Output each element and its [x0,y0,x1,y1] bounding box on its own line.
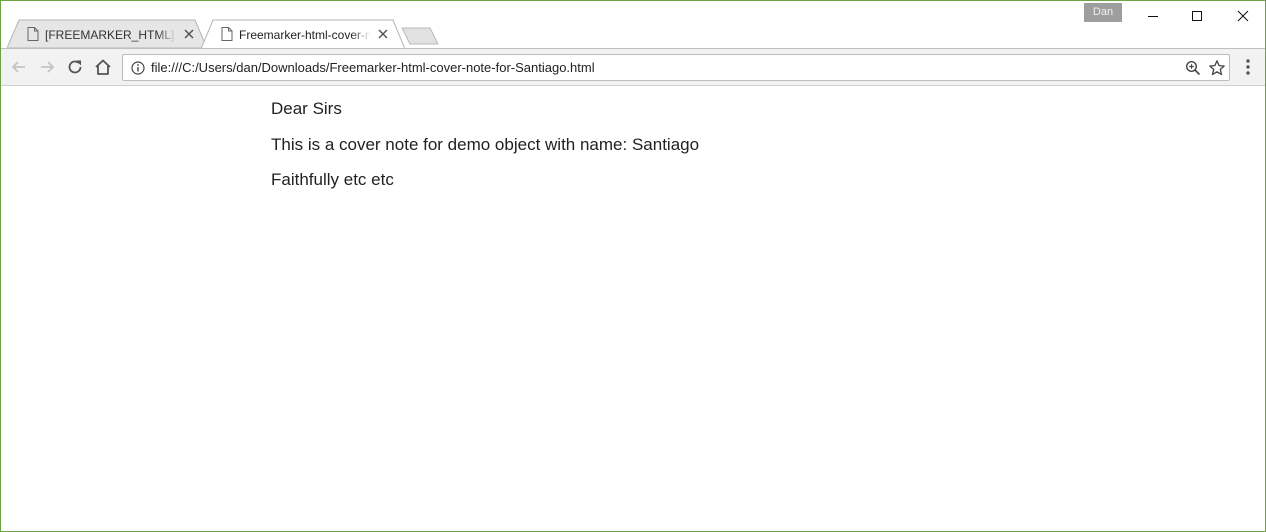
browser-toolbar: file:///C:/Users/dan/Downloads/Freemarke… [1,48,1265,86]
arrow-right-icon [41,61,55,73]
page-content: Dear Sirs This is a cover note for demo … [1,86,1265,531]
tab-santiago[interactable]: Freemarker-html-cover-note-for-Santiago.… [201,19,405,49]
back-button[interactable] [9,57,29,77]
tab-title: [FREEMARKER_HTML] Freemarker-html-cover-… [45,28,177,42]
close-icon[interactable] [377,28,389,40]
address-bar[interactable]: file:///C:/Users/dan/Downloads/Freemarke… [122,54,1230,81]
closing-text: Faithfully etc etc [271,170,394,189]
home-icon [95,59,111,75]
new-tab-button[interactable] [401,27,439,45]
close-icon[interactable] [183,28,195,40]
arrow-left-icon [11,61,25,73]
greeting-text: Dear Sirs [271,99,342,118]
tab-freemarker-html[interactable]: [FREEMARKER_HTML] Freemarker-html-cover-… [7,19,207,49]
page-icon [27,27,39,41]
maximize-button[interactable] [1174,1,1220,31]
home-button[interactable] [93,57,113,77]
forward-button[interactable] [37,57,57,77]
tab-strip: [FREEMARKER_HTML] Freemarker-html-cover-… [1,1,1265,49]
zoom-icon[interactable] [1185,60,1201,76]
tab-title: Freemarker-html-cover-note-for-Santiago.… [239,28,371,42]
reload-icon [68,60,82,74]
reload-button[interactable] [65,57,85,77]
window-close-button[interactable] [1220,1,1265,31]
star-icon[interactable] [1208,59,1226,77]
browser-window: [FREEMARKER_HTML] Freemarker-html-cover-… [0,0,1266,532]
close-icon [1237,10,1249,22]
body-text: This is a cover note for demo object wit… [271,135,700,154]
profile-badge[interactable]: Dan [1084,3,1122,22]
minimize-button[interactable] [1130,1,1176,31]
maximize-icon [1192,11,1202,21]
minimize-icon [1148,16,1158,17]
info-icon[interactable] [131,61,145,75]
url-text[interactable]: file:///C:/Users/dan/Downloads/Freemarke… [151,60,595,76]
menu-dots-icon[interactable] [1240,58,1256,76]
page-icon [221,27,233,41]
